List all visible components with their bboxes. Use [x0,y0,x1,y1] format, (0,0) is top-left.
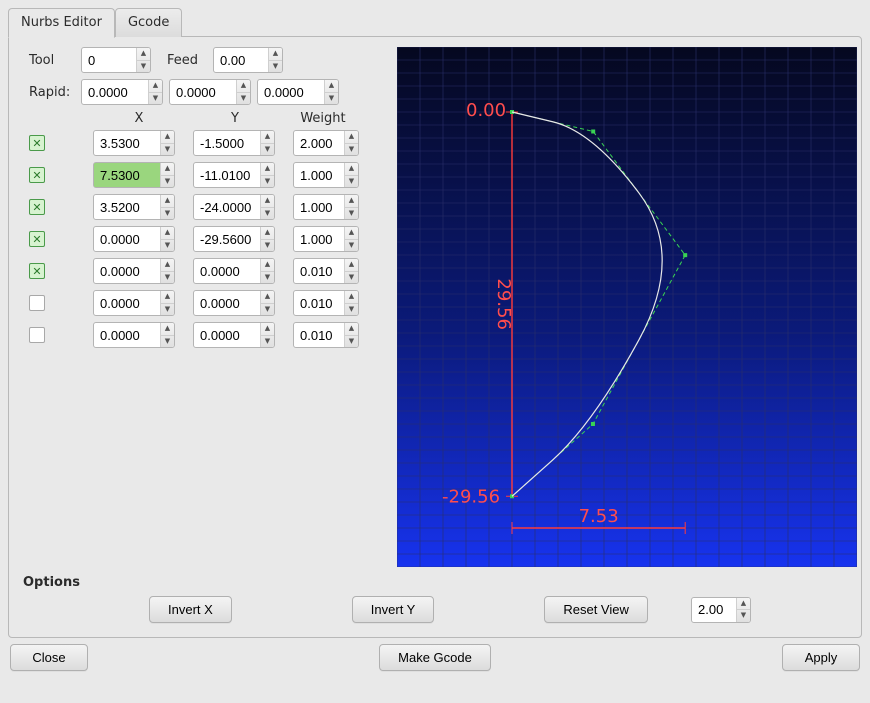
row-enable-checkbox[interactable] [29,295,45,311]
row-x-input[interactable]: ▲▼ [93,290,175,316]
tab-nurbs-editor[interactable]: Nurbs Editor [8,8,115,38]
row-w-input[interactable]: ▲▼ [293,322,359,348]
row-w-input[interactable]: ▲▼ [293,130,359,156]
options-heading: Options [23,575,851,590]
make-gcode-button[interactable]: Make Gcode [379,644,491,671]
row-y-input[interactable]: ▲▼ [193,322,275,348]
row-y-input[interactable]: ▲▼ [193,258,275,284]
rapid-label: Rapid: [29,85,75,100]
nurbs-panel: Tool ▲▼ Feed ▲▼ Rapid: ▲▼ [8,36,862,638]
row-w-input[interactable]: ▲▼ [293,162,359,188]
svg-text:0.00: 0.00 [466,100,506,121]
row-enable-checkbox[interactable]: ✕ [29,167,45,183]
svg-text:29.56: 29.56 [493,278,514,330]
options-value-input[interactable]: ▲▼ [691,597,751,623]
tab-strip: Nurbs Editor Gcode [8,8,862,37]
rapid-y-input[interactable]: ▲▼ [169,79,251,105]
apply-button[interactable]: Apply [782,644,860,671]
tool-label: Tool [29,53,75,68]
row-y-input[interactable]: ▲▼ [193,162,275,188]
row-w-input[interactable]: ▲▼ [293,194,359,220]
invert-y-button[interactable]: Invert Y [352,596,435,623]
col-y-label: Y [187,111,283,126]
row-x-input[interactable]: ▲▼ [93,322,175,348]
curve-viewport[interactable]: 0.00 29.56 -29.56 7.53 [397,47,857,567]
row-y-input[interactable]: ▲▼ [193,130,275,156]
row-y-input[interactable]: ▲▼ [193,194,275,220]
row-enable-checkbox[interactable]: ✕ [29,231,45,247]
row-enable-checkbox[interactable]: ✕ [29,199,45,215]
rapid-z-input[interactable]: ▲▼ [257,79,339,105]
row-x-input[interactable]: ▲▼ [93,226,175,252]
row-x-input[interactable]: ▲▼ [93,130,175,156]
tool-input[interactable]: ▲▼ [81,47,151,73]
row-enable-checkbox[interactable] [29,327,45,343]
col-x-label: X [91,111,187,126]
row-x-input[interactable]: ▲▼ [93,194,175,220]
row-w-input[interactable]: ▲▼ [293,258,359,284]
row-y-input[interactable]: ▲▼ [193,226,275,252]
svg-text:7.53: 7.53 [579,506,619,527]
row-enable-checkbox[interactable]: ✕ [29,263,45,279]
col-w-label: Weight [283,111,363,126]
reset-view-button[interactable]: Reset View [544,596,648,623]
invert-x-button[interactable]: Invert X [149,596,232,623]
tab-gcode[interactable]: Gcode [115,8,182,37]
svg-text:-29.56: -29.56 [442,486,500,507]
row-x-input[interactable]: ▲▼ [93,258,175,284]
row-w-input[interactable]: ▲▼ [293,226,359,252]
row-x-input[interactable]: ▲▼ [93,162,175,188]
feed-input[interactable]: ▲▼ [213,47,283,73]
close-button[interactable]: Close [10,644,88,671]
row-enable-checkbox[interactable]: ✕ [29,135,45,151]
row-w-input[interactable]: ▲▼ [293,290,359,316]
row-y-input[interactable]: ▲▼ [193,290,275,316]
feed-label: Feed [167,53,207,68]
rapid-x-input[interactable]: ▲▼ [81,79,163,105]
